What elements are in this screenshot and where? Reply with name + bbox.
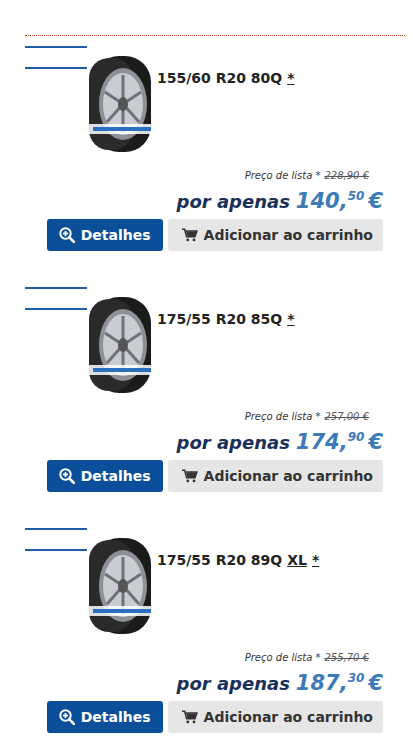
size-mark[interactable]: * (287, 311, 294, 327)
offer-price: por apenas187,30€ (177, 671, 383, 695)
size-mark[interactable]: * (287, 70, 294, 86)
add-to-cart-button[interactable]: Adicionar ao carrinho (168, 219, 383, 251)
top-divider (25, 35, 405, 36)
tab-line (25, 528, 87, 530)
product-header: 175/55 R20 85Q* (25, 287, 383, 395)
cart-icon (182, 709, 198, 725)
cart-icon (182, 468, 198, 484)
product-header: 175/55 R20 89QXL* (25, 528, 383, 636)
tire-size[interactable]: 175/55 R20 85Q* (157, 311, 295, 327)
tab-line (25, 549, 87, 551)
list-price-value: 255,70 € (324, 652, 369, 663)
button-row: DetalhesAdicionar ao carrinho (47, 219, 383, 251)
tab-lines (25, 46, 87, 69)
list-price: Preço de lista *257,00 € (245, 411, 369, 422)
tab-line (25, 308, 87, 310)
size-mark[interactable]: * (312, 552, 319, 568)
tab-line (25, 67, 87, 69)
price-value: 174,90€ (296, 430, 383, 454)
zoom-in-icon (59, 468, 75, 484)
price-value: 140,50€ (296, 189, 383, 213)
add-to-cart-button[interactable]: Adicionar ao carrinho (168, 460, 383, 492)
tab-line (25, 46, 87, 48)
tire-icon[interactable] (87, 54, 157, 154)
list-price: Preço de lista *255,70 € (245, 652, 369, 663)
tab-lines (25, 528, 87, 551)
product-list-page: 155/60 R20 80Q* Preço de lista *228,90 € p… (0, 0, 413, 748)
list-price-value: 228,90 € (324, 170, 369, 181)
size-mark[interactable]: XL (287, 552, 307, 568)
tab-line (25, 287, 87, 289)
tire-icon[interactable] (87, 536, 157, 636)
cart-icon (182, 227, 198, 243)
tire-icon[interactable] (87, 295, 157, 395)
product-header: 155/60 R20 80Q* (25, 46, 383, 154)
product-card: 155/60 R20 80Q* Preço de lista *228,90 € p… (25, 46, 383, 251)
tire-size[interactable]: 175/55 R20 89QXL* (157, 552, 319, 568)
product-card: 175/55 R20 89QXL*Preço de lista *255,70 … (25, 528, 383, 733)
tire-size[interactable]: 155/60 R20 80Q* (157, 70, 295, 86)
list-price-value: 257,00 € (324, 411, 369, 422)
details-button[interactable]: Detalhes (47, 460, 163, 492)
product-card: 175/55 R20 85Q* Preço de lista *257,00 € p… (25, 287, 383, 492)
zoom-in-icon (59, 227, 75, 243)
list-price: Preço de lista *228,90 € (245, 170, 369, 181)
details-button[interactable]: Detalhes (47, 219, 163, 251)
button-row: DetalhesAdicionar ao carrinho (47, 701, 383, 733)
price-value: 187,30€ (296, 671, 383, 695)
offer-price: por apenas140,50€ (177, 189, 383, 213)
button-row: DetalhesAdicionar ao carrinho (47, 460, 383, 492)
details-button[interactable]: Detalhes (47, 701, 163, 733)
zoom-in-icon (59, 709, 75, 725)
tab-lines (25, 287, 87, 310)
offer-price: por apenas174,90€ (177, 430, 383, 454)
add-to-cart-button[interactable]: Adicionar ao carrinho (168, 701, 383, 733)
